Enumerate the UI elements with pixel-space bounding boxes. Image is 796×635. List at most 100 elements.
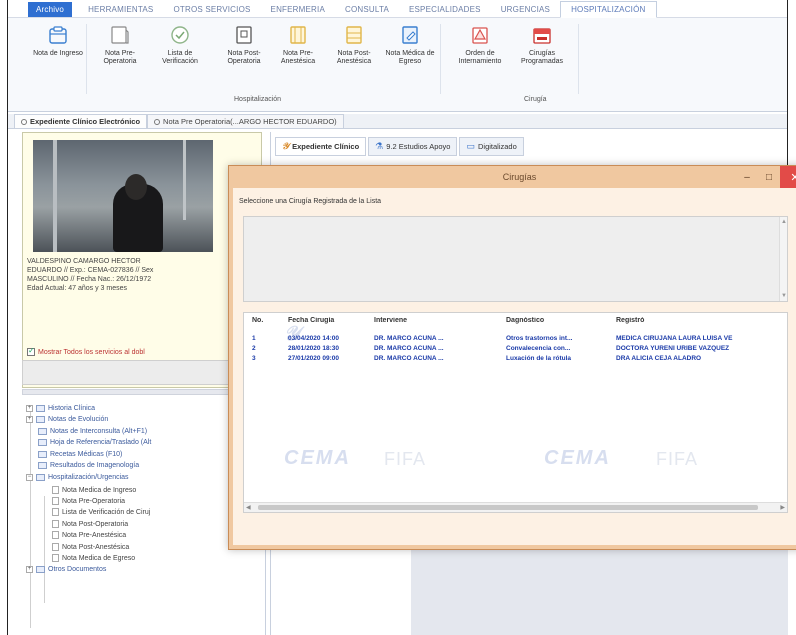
patient-line: Edad Actual: 47 años y 3 meses [27, 285, 128, 292]
tab-icon [154, 118, 161, 125]
tree-item-hospitalizacion-urgencias[interactable]: − Hospitalización/Urgencias [26, 474, 129, 481]
patient-line: EDUARDO // Exp.: CEMA-027836 // Sex [27, 267, 154, 274]
menu-tab-herramientas[interactable]: HERRAMIENTAS [78, 2, 163, 17]
tree-item-historia-clinica[interactable]: + Historia Clínica [26, 405, 95, 412]
tree-item-lista-verificacion[interactable]: Lista de Verificación de Ciruj [52, 508, 150, 516]
ribbon-group-hospitalizacion: Hospitalización [234, 96, 282, 103]
watermark-fifa-1: FIFA [384, 449, 427, 469]
notebook-yellow-icon [346, 26, 362, 44]
col-fecha[interactable]: Fecha Cirugía [288, 317, 368, 324]
menu-tab-especialidades[interactable]: ESPECIALIDADES [399, 2, 491, 17]
tab-expediente-clinico[interactable]: 𝒴 Expediente Clínico [275, 137, 367, 156]
scroll-up-icon[interactable]: ▲ [781, 219, 787, 225]
tree-item-notas-interconsulta[interactable]: Notas de Interconsulta (Alt+F1) [38, 428, 147, 435]
tab-expediente-clinico-electronico[interactable]: Expediente Clínico Electrónico [14, 114, 148, 128]
col-no[interactable]: No. [252, 317, 272, 324]
nota-post-anestesica-button[interactable]: Nota Post-Anestésica [328, 24, 380, 66]
tree-item-nota-medica-egreso[interactable]: Nota Medica de Egreso [52, 554, 135, 562]
tree-item-otros-documentos[interactable]: + Otros Documentos [26, 566, 106, 573]
scanner-icon: ▭ [466, 141, 475, 151]
nota-pre-anestesica-button[interactable]: Nota Pre-Anestésica [272, 24, 324, 66]
tree-item-nota-medica-ingreso[interactable]: Nota Medica de Ingreso [52, 486, 136, 494]
scroll-left-icon[interactable]: ◀ [246, 504, 251, 511]
cirugias-programadas-label: Cirugías Programadas [520, 50, 564, 65]
menu-tab-hospitalizacion[interactable]: HOSPITALIZACIÓN [560, 1, 657, 18]
nota-post-operatoria-label: Nota Post-Operatoria [227, 50, 261, 65]
minimize-icon[interactable]: – [736, 166, 758, 188]
ribbon-group-cirugia: Cirugía [524, 96, 547, 103]
cirugias-programadas-button[interactable]: Cirugías Programadas [516, 24, 568, 66]
clipboard-icon [49, 26, 67, 44]
nota-post-operatoria-button[interactable]: Nota Post-Operatoria [218, 24, 270, 66]
nota-ingreso-button[interactable]: Nota de Ingreso [32, 24, 84, 58]
nota-post-anestesica-label: Nota Post-Anestésica [336, 50, 372, 65]
tab-digitalizado[interactable]: ▭ Digitalizado [459, 137, 524, 156]
checkbox-checked-icon[interactable] [27, 346, 35, 356]
menu-tab-archivo[interactable]: Archivo [28, 2, 73, 17]
window-controls: – □ ✕ [736, 166, 796, 188]
horizontal-scrollbar[interactable]: ◀ ▶ [244, 502, 787, 512]
nota-pre-operatoria-button[interactable]: Nota Pre-Operatoria [94, 24, 146, 66]
table-row[interactable]: 1 03/04/2020 14:00 DR. MARCO ACUÑA ... O… [244, 335, 787, 345]
lista-verificacion-button[interactable]: Lista de Verificación [154, 24, 206, 66]
folder-icon [38, 462, 47, 469]
nota-ingreso-label: Nota de Ingreso [33, 50, 83, 57]
orden-internamiento-label: Orden de Internamiento [458, 50, 502, 65]
menu-tab-enfermeria[interactable]: ENFERMERIA [261, 2, 335, 17]
splitter-handle[interactable] [22, 389, 262, 395]
cirugias-dialog: Cirugías – □ ✕ Seleccione una Cirugía Re… [228, 165, 796, 550]
application: Archivo HERRAMIENTAS OTROS SERVICIOS ENF… [8, 0, 796, 635]
tree-item-nota-post-anestesica[interactable]: Nota Post-Anestésica [52, 543, 129, 551]
show-all-services-checkbox[interactable]: Mostrar Todos los servicios al dobl [27, 346, 145, 356]
dialog-body: Seleccione una Cirugía Registrada de la … [233, 188, 796, 545]
folder-icon [38, 428, 47, 435]
details-textarea[interactable]: ▲ ▼ [243, 216, 788, 302]
tree-item-nota-post-operatoria[interactable]: Nota Post-Operatoria [52, 520, 128, 528]
dialog-title: Cirugías [502, 172, 537, 182]
nota-medica-egreso-button[interactable]: Nota Médica de Egreso [384, 24, 436, 66]
maximize-icon[interactable]: □ [758, 166, 780, 188]
tree-item-resultados-imagenologia[interactable]: Resultados de Imagenología [38, 462, 139, 469]
document-icon [52, 554, 59, 562]
table-row[interactable]: 2 28/01/2020 18:30 DR. MARCO ACUÑA ... C… [244, 345, 787, 355]
col-interviene[interactable]: Interviene [374, 317, 484, 324]
expand-icon[interactable]: + [26, 405, 33, 412]
table-row[interactable]: 3 27/01/2020 09:00 DR. MARCO ACUÑA ... L… [244, 355, 787, 365]
scroll-right-icon[interactable]: ▶ [780, 504, 785, 511]
tree-item-nota-pre-anestesica[interactable]: Nota Pre-Anestésica [52, 531, 126, 539]
tab-nota-pre-operatoria[interactable]: Nota Pre Operatoria(...ARGO HECTOR EDUAR… [147, 114, 344, 128]
orden-internamiento-button[interactable]: Orden de Internamiento [454, 24, 506, 66]
tab-estudios-apoyo[interactable]: ⚗ 9.2 Estudios Apoyo [368, 137, 458, 156]
notebook-icon [111, 26, 129, 44]
col-registro[interactable]: Registró [616, 317, 787, 324]
expand-icon[interactable]: + [26, 566, 33, 573]
menu-tab-consulta[interactable]: CONSULTA [335, 2, 399, 17]
ribbon: Nota de Ingreso Nota Pre-Operatoria List… [8, 18, 787, 112]
scroll-down-icon[interactable]: ▼ [781, 293, 787, 299]
menu-tab-urgencias[interactable]: URGENCIAS [491, 2, 560, 17]
folder-icon [36, 416, 45, 423]
collapse-icon[interactable]: − [26, 474, 33, 481]
flask-icon: ⚗ [375, 141, 384, 151]
document-icon [52, 531, 59, 539]
grid-header: No. Fecha Cirugía Interviene Dagnóstico … [244, 317, 787, 331]
close-icon[interactable]: ✕ [780, 166, 796, 188]
watermark-fifa-2: FIFA [656, 449, 699, 469]
ribbon-separator [578, 24, 579, 94]
vertical-scrollbar[interactable]: ▲ ▼ [779, 217, 787, 301]
nota-pre-operatoria-label: Nota Pre-Operatoria [103, 50, 137, 65]
dialog-title-bar[interactable]: Cirugías [229, 166, 796, 188]
expand-icon[interactable]: + [26, 416, 33, 423]
show-all-services-label: Mostrar Todos los servicios al dobl [38, 348, 145, 356]
document-icon [52, 497, 59, 505]
tree-item-hoja-referencia[interactable]: Hoja de Referencia/Traslado (Alt [38, 439, 151, 446]
tree-item-nota-pre-operatoria[interactable]: Nota Pre-Operatoria [52, 497, 125, 505]
menu-tab-otros-servicios[interactable]: OTROS SERVICIOS [163, 2, 260, 17]
tree-item-recetas-medicas[interactable]: Recetas Médicas (F10) [38, 451, 122, 458]
scrollbar-thumb[interactable] [258, 505, 758, 510]
col-diagnostico[interactable]: Dagnóstico [506, 317, 610, 324]
tab-label: Expediente Clínico Electrónico [30, 117, 141, 126]
tree-item-notas-evolucion[interactable]: + Notas de Evolución [26, 416, 108, 423]
inner-tabs: 𝒴 Expediente Clínico ⚗ 9.2 Estudios Apoy… [275, 137, 524, 156]
watermark-cema-2: CEMA [544, 447, 611, 469]
